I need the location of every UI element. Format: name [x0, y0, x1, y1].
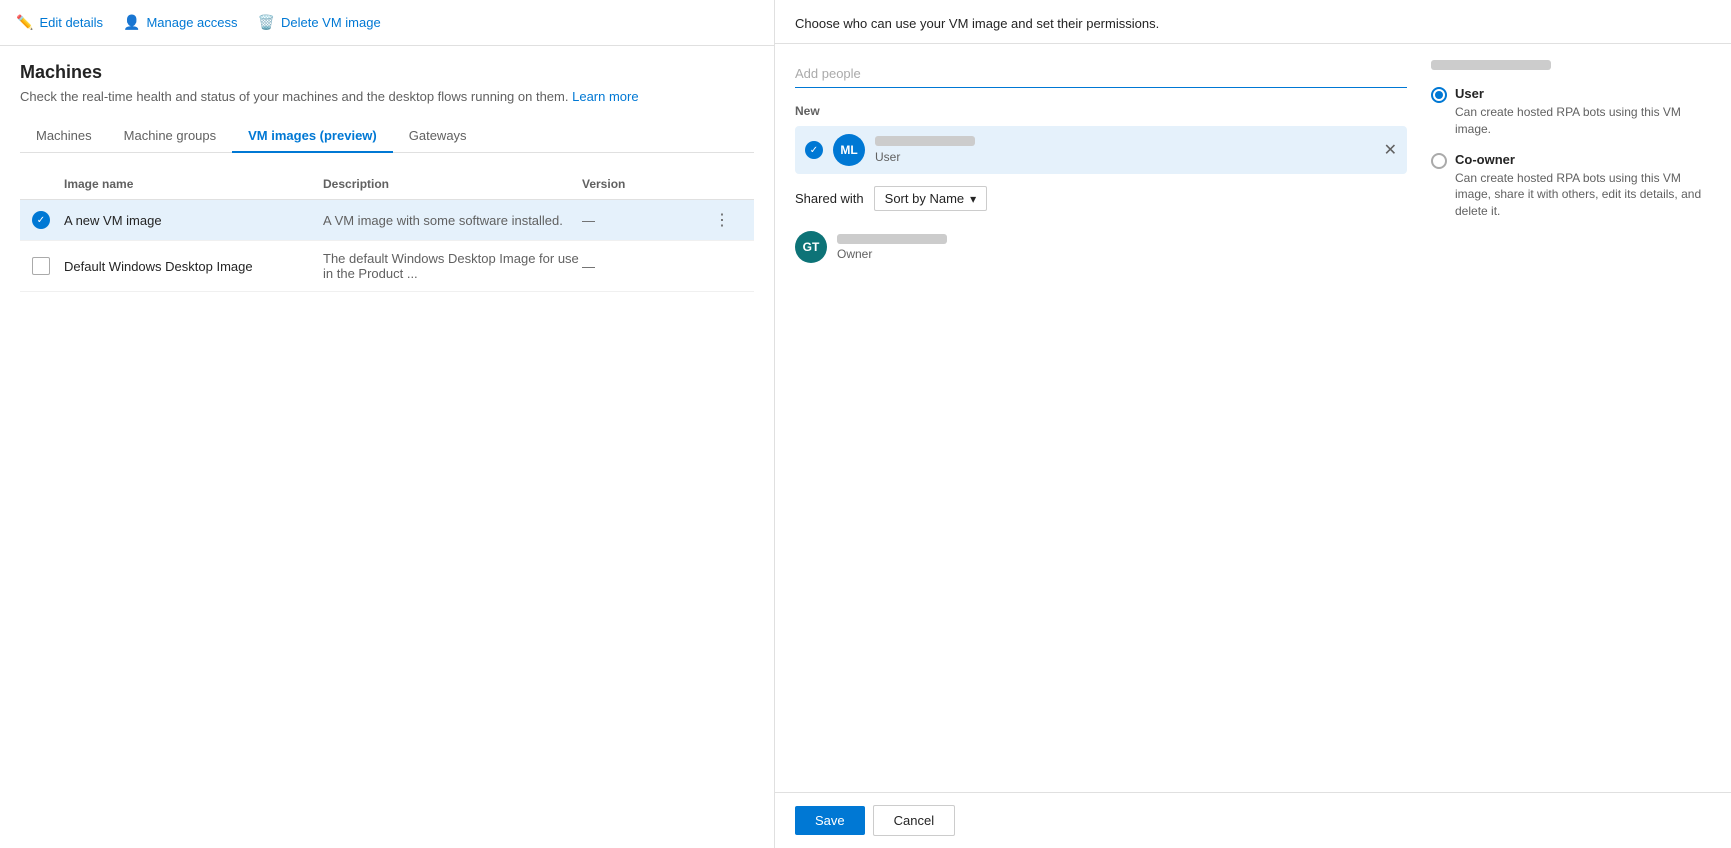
- person-name-blur: [875, 136, 975, 146]
- learn-more-link[interactable]: Learn more: [572, 89, 638, 104]
- right-panel: Choose who can use your VM image and set…: [775, 0, 1731, 848]
- table-row[interactable]: Default Windows Desktop Image The defaul…: [20, 241, 754, 292]
- panel-people-section: New ✓ ML User ✕ Shared with Sort by Name…: [795, 60, 1407, 776]
- new-person-item[interactable]: ✓ ML User ✕: [795, 126, 1407, 174]
- shared-with-label: Shared with: [795, 191, 864, 206]
- radio-coowner-desc: Can create hosted RPA bots using this VM…: [1455, 170, 1711, 220]
- person-role: User: [875, 150, 1397, 164]
- row-checkbox-empty: [32, 257, 50, 275]
- panel-body: New ✓ ML User ✕ Shared with Sort by Name…: [775, 44, 1731, 792]
- row-actions-menu[interactable]: ⋮: [702, 210, 742, 230]
- col-description: Description: [323, 177, 582, 191]
- tab-gateways[interactable]: Gateways: [393, 120, 483, 153]
- panel-footer: Save Cancel: [775, 792, 1731, 848]
- permission-user-option[interactable]: User Can create hosted RPA bots using th…: [1431, 86, 1711, 138]
- radio-coowner-label: Co-owner: [1455, 152, 1711, 167]
- table-row[interactable]: ✓ A new VM image A VM image with some so…: [20, 200, 754, 241]
- manage-access-button[interactable]: 👤 Manage access: [123, 10, 238, 35]
- tab-machines[interactable]: Machines: [20, 120, 108, 153]
- edit-icon: ✏️: [16, 14, 33, 31]
- row-desc: A VM image with some software installed.: [323, 213, 582, 228]
- row-version: —: [582, 259, 702, 274]
- avatar: ML: [833, 134, 865, 166]
- avatar: GT: [795, 231, 827, 263]
- delete-vm-button[interactable]: 🗑️ Delete VM image: [258, 10, 381, 35]
- permission-coowner-option[interactable]: Co-owner Can create hosted RPA bots usin…: [1431, 152, 1711, 220]
- person-check-icon: ✓: [805, 141, 823, 159]
- page-subtitle: Check the real-time health and status of…: [20, 89, 754, 104]
- row-name: A new VM image: [64, 213, 323, 228]
- col-version: Version: [582, 177, 702, 191]
- chevron-down-icon: [970, 191, 976, 206]
- radio-user-desc: Can create hosted RPA bots using this VM…: [1455, 104, 1711, 138]
- row-checkbox-selected: ✓: [32, 211, 50, 229]
- shared-with-row: Shared with Sort by Name: [795, 186, 1407, 211]
- panel-header: Choose who can use your VM image and set…: [775, 0, 1731, 44]
- edit-details-button[interactable]: ✏️ Edit details: [16, 10, 103, 35]
- table-header: Image name Description Version: [20, 169, 754, 200]
- radio-user-icon: [1431, 87, 1447, 103]
- content-area: Machines Check the real-time health and …: [0, 46, 774, 848]
- page-title: Machines: [20, 62, 754, 83]
- sort-dropdown[interactable]: Sort by Name: [874, 186, 988, 211]
- shared-name-blur: [837, 234, 947, 244]
- radio-coowner-icon: [1431, 153, 1447, 169]
- panel-description: Choose who can use your VM image and set…: [795, 16, 1711, 31]
- cancel-button[interactable]: Cancel: [873, 805, 955, 836]
- row-desc: The default Windows Desktop Image for us…: [323, 251, 582, 281]
- tab-machine-groups[interactable]: Machine groups: [108, 120, 233, 153]
- tabs-bar: Machines Machine groups VM images (previ…: [20, 120, 754, 153]
- delete-icon: 🗑️: [258, 14, 275, 31]
- shared-person-item: GT Owner: [795, 223, 1407, 271]
- panel-permissions-section: User Can create hosted RPA bots using th…: [1431, 60, 1711, 776]
- selected-user-name: [1431, 60, 1551, 70]
- new-section-label: New: [795, 104, 1407, 118]
- person-close-button[interactable]: ✕: [1384, 140, 1397, 160]
- radio-user-label: User: [1455, 86, 1711, 101]
- tab-vm-images[interactable]: VM images (preview): [232, 120, 393, 153]
- save-button[interactable]: Save: [795, 806, 865, 835]
- shared-role: Owner: [837, 247, 947, 261]
- toolbar: ✏️ Edit details 👤 Manage access 🗑️ Delet…: [0, 0, 774, 46]
- row-version: —: [582, 213, 702, 228]
- left-panel: ✏️ Edit details 👤 Manage access 🗑️ Delet…: [0, 0, 775, 848]
- col-image-name: Image name: [64, 177, 323, 191]
- add-people-input[interactable]: [795, 60, 1407, 88]
- person-icon: 👤: [123, 14, 140, 31]
- row-name: Default Windows Desktop Image: [64, 259, 323, 274]
